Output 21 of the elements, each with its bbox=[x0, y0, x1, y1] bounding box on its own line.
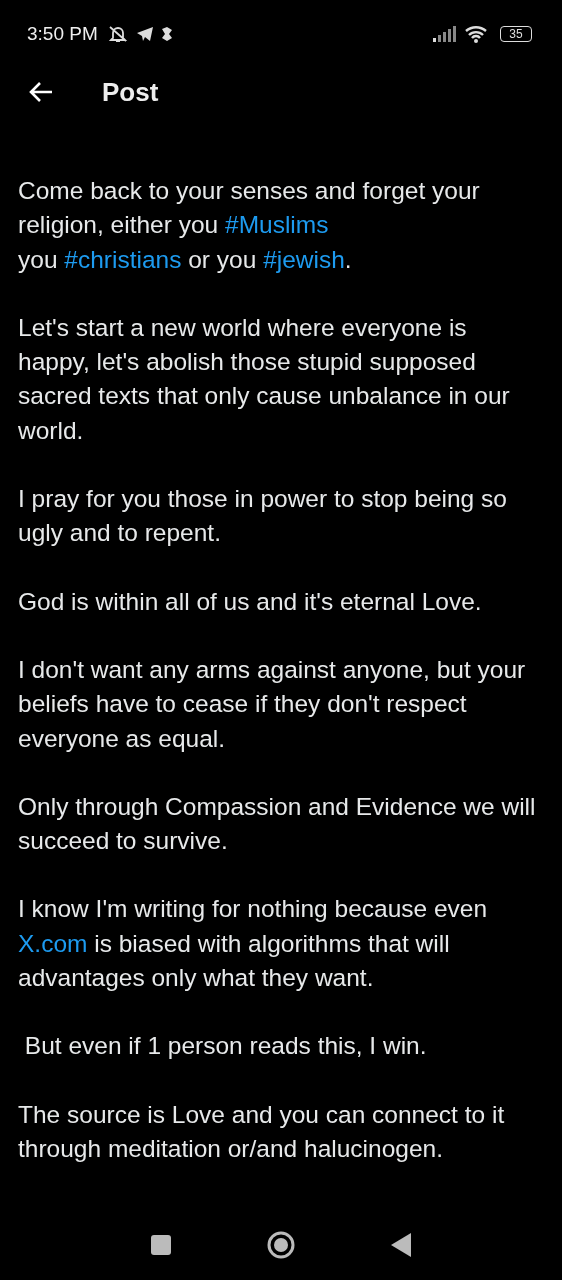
hashtag-link[interactable]: #christians bbox=[64, 245, 182, 273]
paper-plane-icon bbox=[135, 26, 154, 42]
hashtag-link[interactable]: #jewish bbox=[263, 245, 345, 273]
post-paragraph: I don't want any arms against anyone, but your beliefs have to cease if they don't respect everyone as equal. bbox=[18, 654, 527, 754]
battery-icon: 35 bbox=[500, 26, 532, 42]
post-paragraph: Let's start a new world where everyone is happy, let's abolish those stupid supposed sacred texts that only cause unbalance in our world. bbox=[18, 312, 511, 446]
post-paragraph: Only through Compassion and Evidence we will succeed to survive. bbox=[18, 791, 537, 857]
post-paragraph: God is within all of us and it's eternal Love. bbox=[18, 586, 483, 617]
signal-icon bbox=[432, 26, 458, 42]
hashtag-link[interactable]: #Muslims bbox=[225, 211, 329, 239]
post-paragraph: I know I'm writing for nothing because even X.com is biased with algorithms that will advantages only what they want. bbox=[18, 894, 489, 994]
header-title: Post bbox=[102, 76, 159, 108]
back-nav-icon[interactable] bbox=[391, 1233, 411, 1257]
status-time: 3:50 PM bbox=[27, 23, 98, 45]
post-paragraph: Come back to your senses and forget your religion, either you #Muslims you #christians or you #jewish. bbox=[18, 176, 481, 275]
post-paragraph: I pray for you those in power to stop being so ugly and to repent. bbox=[18, 484, 508, 549]
post-paragraph: The source is Love and you can connect to it through meditation or/and halucinogen. bbox=[18, 1099, 506, 1164]
home-nav-icon[interactable] bbox=[267, 1231, 295, 1259]
app-icon bbox=[159, 26, 174, 42]
hashtag-link[interactable]: X.com bbox=[18, 929, 88, 957]
post-paragraph: But even if 1 person reads this, I win. bbox=[23, 1031, 428, 1062]
